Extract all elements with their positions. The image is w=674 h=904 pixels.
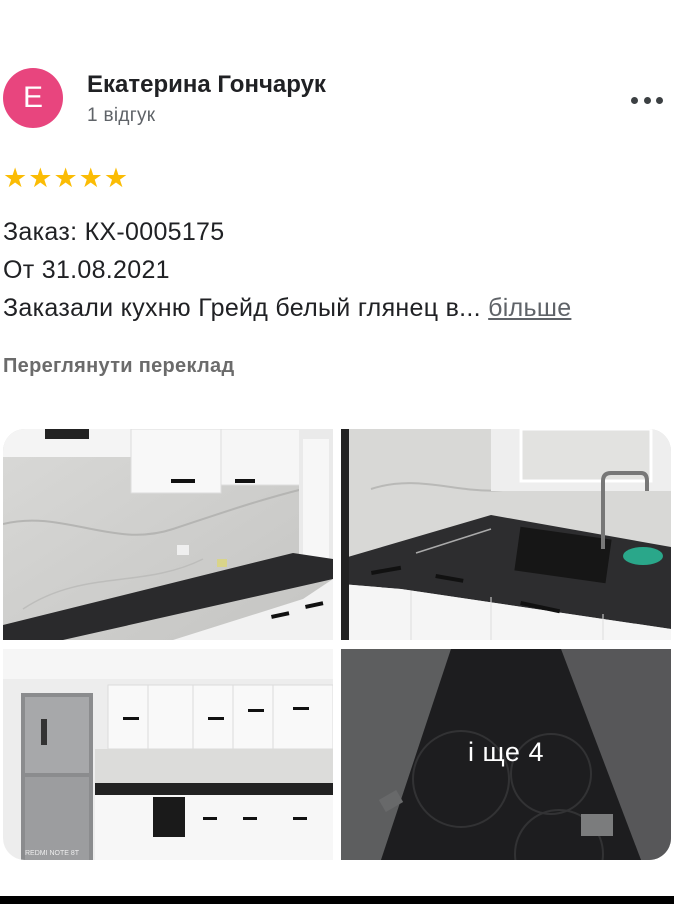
star-icon: ★ xyxy=(103,163,129,193)
view-translation-link[interactable]: Переглянути переклад xyxy=(3,355,234,378)
reviewer-name[interactable]: Екатерина Гончарук xyxy=(87,71,326,99)
review-count: 1 відгук xyxy=(87,105,156,126)
review-photo-more[interactable]: і ще 4 xyxy=(341,649,671,860)
menu-dot xyxy=(656,96,663,104)
review-text: Заказ: КХ-0005175 От 31.08.2021 Заказали… xyxy=(3,213,571,327)
order-number: Заказ: КХ-0005175 xyxy=(3,218,225,246)
star-icon: ★ xyxy=(28,163,53,193)
star-icon: ★ xyxy=(78,163,103,193)
svg-text:REDMI NOTE 8T: REDMI NOTE 8T xyxy=(25,850,80,857)
review-photo[interactable] xyxy=(341,429,671,640)
kitchen-photo-image: REDMI NOTE 8T xyxy=(3,649,333,860)
bottom-bar xyxy=(0,896,674,904)
menu-dot xyxy=(643,96,651,104)
menu-dot xyxy=(631,96,638,104)
kitchen-photo-image xyxy=(341,429,671,640)
review-snippet: Заказали кухню Грейд белый глянец в... б… xyxy=(3,289,571,327)
star-icon: ★ xyxy=(3,163,28,193)
photo-grid: REDMI NOTE 8T і ще 4 xyxy=(3,429,671,860)
review-photo[interactable]: REDMI NOTE 8T xyxy=(3,649,333,860)
more-vert-icon[interactable] xyxy=(631,94,663,106)
kitchen-photo-image xyxy=(3,429,333,640)
star-rating: ★ ★ ★ ★ ★ xyxy=(3,164,128,192)
review-photo[interactable] xyxy=(3,429,333,640)
more-link[interactable]: більше xyxy=(488,294,571,322)
review-snippet-text: Заказали кухню Грейд белый глянец в... xyxy=(3,294,481,322)
star-icon: ★ xyxy=(53,163,78,193)
avatar[interactable]: E xyxy=(3,68,63,128)
order-date: От 31.08.2021 xyxy=(3,256,170,284)
review-header: E Екатерина Гончарук 1 відгук xyxy=(3,68,671,132)
more-photos-label: і ще 4 xyxy=(468,737,544,767)
